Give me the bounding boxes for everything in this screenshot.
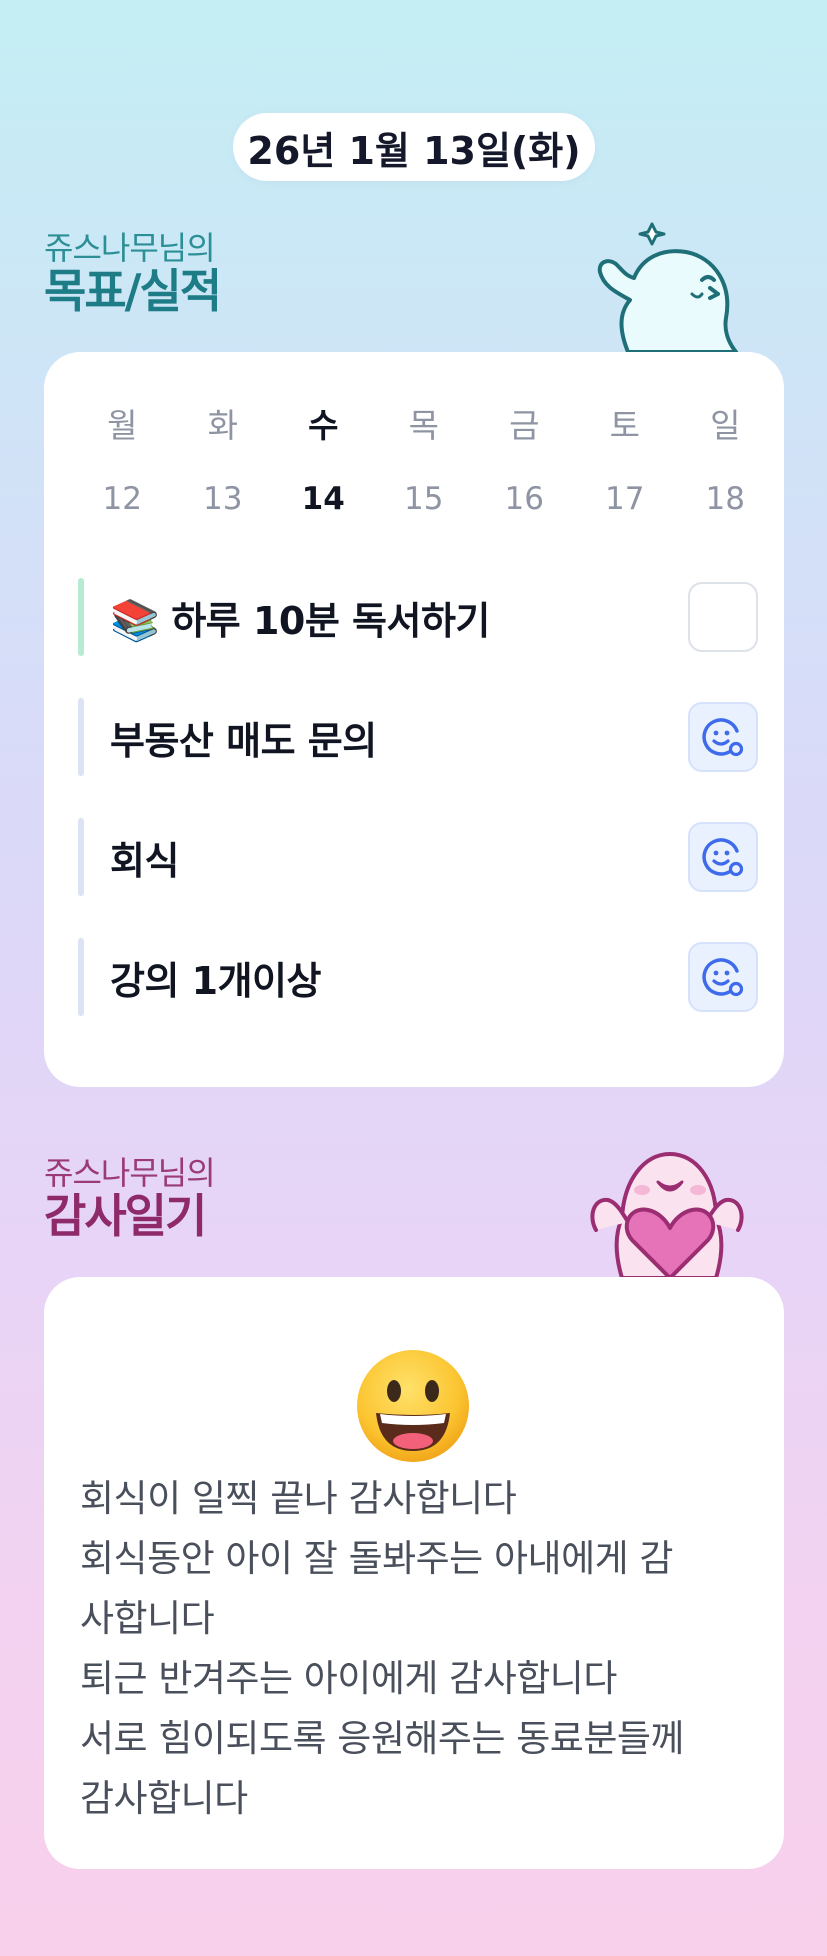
task-item[interactable]: 강의 1개이상: [78, 938, 758, 1016]
day-number: 13: [203, 481, 243, 517]
gratitude-card[interactable]: 회식이 일찍 끝나 감사합니다 회식동안 아이 잘 돌봐주는 아내에게 감 사합…: [44, 1277, 784, 1869]
task-status-button[interactable]: [688, 822, 758, 892]
task-item[interactable]: 📚 하루 10분 독서하기: [78, 578, 758, 656]
smile-check-icon: [702, 718, 744, 757]
gratitude-title: 감사일기: [44, 1189, 207, 1243]
task-label: 부동산 매도 문의: [110, 718, 377, 763]
day-wed-selected[interactable]: 수 14: [273, 407, 374, 518]
day-name: 일: [710, 406, 741, 445]
day-number: 15: [404, 481, 444, 517]
task-item[interactable]: 부동산 매도 문의: [78, 698, 758, 776]
day-sun[interactable]: 일 18: [675, 407, 776, 518]
date-label: 26년 1월 13일(화): [247, 128, 581, 173]
day-tue[interactable]: 화 13: [173, 407, 274, 518]
task-label: 📚 하루 10분 독서하기: [110, 590, 688, 645]
gratitude-line: 사합니다: [80, 1597, 215, 1640]
day-name: 수: [308, 406, 339, 445]
gratitude-section-header: 쥬스나무님의 감사일기: [44, 1154, 216, 1243]
task-label: 강의 1개이상: [110, 958, 321, 1003]
gratitude-line: 회식이 일찍 끝나 감사합니다: [80, 1477, 517, 1520]
day-number: 18: [705, 481, 745, 517]
task-status-button[interactable]: [688, 702, 758, 772]
day-number: 12: [102, 481, 142, 517]
task-label: 회식: [110, 838, 179, 883]
day-name: 화: [207, 406, 238, 445]
day-fri[interactable]: 금 16: [474, 407, 575, 518]
task-checkbox[interactable]: [688, 582, 758, 652]
task-accent-bar: [78, 698, 84, 776]
grinning-face-icon: [357, 1350, 469, 1462]
gratitude-line: 퇴근 반겨주는 아이에게 감사합니다: [80, 1657, 617, 1700]
day-name: 토: [609, 406, 640, 445]
goals-card: 월 12 화 13 수 14 목 15 금 16 토 17 일 18 📚 하루 …: [44, 352, 784, 1087]
date-pill[interactable]: 26년 1월 13일(화): [233, 113, 595, 181]
gratitude-line: 감사합니다: [80, 1777, 248, 1820]
smile-check-icon: [702, 958, 744, 997]
day-sat[interactable]: 토 17: [575, 407, 676, 518]
task-status-button[interactable]: [688, 942, 758, 1012]
gratitude-subtitle: 쥬스나무님의: [44, 1154, 216, 1192]
week-strip: 월 12 화 13 수 14 목 15 금 16 토 17 일 18: [72, 407, 776, 518]
ghost-mascot-icon: [597, 222, 738, 352]
books-emoji-icon: 📚: [110, 597, 160, 644]
goals-subtitle: 쥬스나무님의: [44, 229, 216, 267]
gratitude-line: 회식동안 아이 잘 돌봐주는 아내에게 감: [80, 1537, 673, 1580]
task-accent-bar: [78, 938, 84, 1016]
goals-title: 목표/실적: [44, 264, 222, 318]
day-thu[interactable]: 목 15: [374, 407, 475, 518]
smile-check-icon: [702, 838, 744, 877]
day-number: 17: [605, 481, 645, 517]
goals-section-header: 쥬스나무님의 목표/실적: [44, 229, 222, 318]
day-number: 14: [301, 481, 345, 517]
task-accent-bar: [78, 818, 84, 896]
task-text: 하루 10분 독서하기: [171, 598, 490, 643]
day-name: 금: [509, 406, 540, 445]
task-accent-bar: [78, 578, 84, 656]
task-item[interactable]: 회식: [78, 818, 758, 896]
day-name: 월: [107, 406, 138, 445]
gratitude-text: 회식이 일찍 끝나 감사합니다 회식동안 아이 잘 돌봐주는 아내에게 감 사합…: [80, 1469, 760, 1829]
heart-mascot-icon: [590, 1152, 744, 1278]
day-name: 목: [408, 406, 439, 445]
day-number: 16: [504, 481, 544, 517]
gratitude-line: 서로 힘이되도록 응원해주는 동료분들께: [80, 1717, 684, 1760]
day-mon[interactable]: 월 12: [72, 407, 173, 518]
